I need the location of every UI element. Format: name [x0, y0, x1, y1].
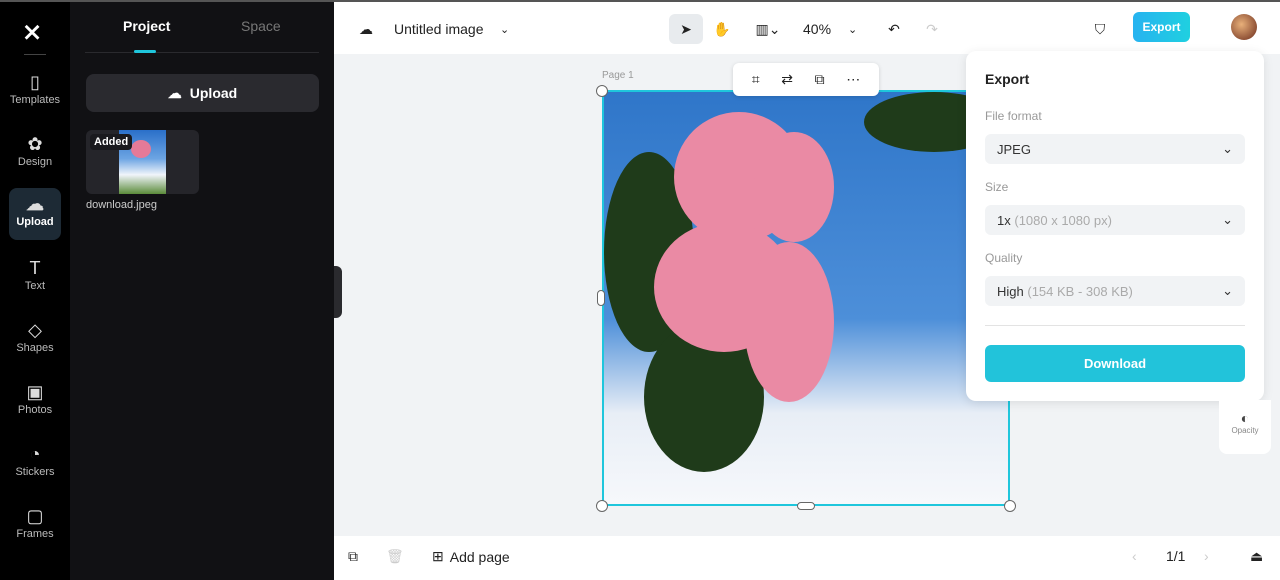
- add-page-icon: ⊞: [432, 548, 444, 564]
- more-icon[interactable]: ⋯: [846, 71, 860, 88]
- page-manager-icon[interactable]: ⏏: [1250, 548, 1263, 565]
- document-title[interactable]: Untitled image: [394, 14, 484, 44]
- resize-handle[interactable]: [797, 502, 815, 510]
- opacity-button[interactable]: ◐ Opacity: [1219, 400, 1271, 454]
- divider: [24, 54, 46, 55]
- size-value: 1x: [997, 212, 1011, 228]
- rail-item-upload[interactable]: ☁ Upload: [9, 188, 61, 240]
- export-title: Export: [985, 71, 1030, 87]
- asset-thumbnail[interactable]: Added: [86, 130, 199, 194]
- tab-space[interactable]: Space: [241, 18, 281, 34]
- collapse-panel-handle[interactable]: [334, 266, 342, 318]
- duplicate-icon[interactable]: ⧉: [815, 71, 825, 88]
- rail-label: Upload: [16, 216, 54, 228]
- resize-handle[interactable]: [597, 290, 605, 306]
- rail-label: Stickers: [15, 466, 55, 478]
- add-page-label: Add page: [449, 548, 510, 565]
- rail-label: Shapes: [16, 342, 54, 354]
- replace-icon[interactable]: ⇄: [781, 71, 793, 88]
- shield-icon[interactable]: ⛉: [1090, 14, 1110, 44]
- resize-handle[interactable]: [596, 85, 608, 97]
- divider: [985, 325, 1245, 326]
- rail-item-text[interactable]: T Text: [9, 252, 61, 304]
- added-badge: Added: [90, 134, 133, 150]
- zoom-level[interactable]: 40%: [803, 14, 831, 44]
- select-tool-icon[interactable]: ➤: [669, 14, 703, 44]
- page-label: Page 1: [602, 70, 634, 81]
- rail-label: Photos: [17, 404, 53, 416]
- opacity-drop-icon: ◐: [1240, 410, 1250, 426]
- bottom-bar: ⧉ 🗑 ⊞ Add page ‹ 1/1 › ⏏: [334, 536, 1280, 580]
- upload-button[interactable]: ☁ Upload: [86, 74, 319, 112]
- cloud-save-icon[interactable]: ☁: [354, 14, 378, 44]
- file-format-label: File format: [985, 109, 1042, 123]
- top-toolbar: ☁ Untitled image ⌄ ➤ ✋ ▥⌄ 40% ⌄ ↶ ↷ ⛉ Ex…: [334, 0, 1280, 54]
- tab-divider: [85, 52, 319, 53]
- size-detail: (1080 x 1080 px): [1014, 212, 1112, 228]
- title-chevron-down-icon[interactable]: ⌄: [500, 14, 509, 44]
- asset-filename: download.jpeg: [86, 199, 157, 211]
- image-petal: [744, 242, 834, 402]
- chevron-down-icon: ⌄: [1222, 212, 1233, 227]
- resize-handle[interactable]: [1004, 500, 1016, 512]
- tab-project[interactable]: Project: [123, 18, 170, 34]
- design-icon: ✿: [27, 134, 43, 154]
- rail-item-frames[interactable]: ▢ Frames: [9, 500, 61, 552]
- rail-label: Text: [24, 280, 46, 292]
- quality-value: High: [997, 283, 1024, 299]
- canvas-image[interactable]: [602, 90, 1010, 506]
- rail-item-shapes[interactable]: ◇ Shapes: [9, 314, 61, 366]
- chevron-down-icon: ⌄: [1222, 141, 1233, 156]
- undo-icon[interactable]: ↶: [884, 14, 904, 44]
- hand-tool-icon[interactable]: ✋: [710, 14, 734, 44]
- photos-icon: ▣: [26, 382, 44, 402]
- rail-label: Design: [17, 156, 53, 168]
- page-count: 1/1: [1166, 548, 1186, 564]
- quality-label: Quality: [985, 251, 1023, 265]
- rail-label: Frames: [16, 528, 54, 540]
- rail-item-design[interactable]: ✿ Design: [9, 128, 61, 180]
- add-page-button[interactable]: ⊞ Add page: [432, 548, 510, 565]
- upload-cloud-icon: ☁: [167, 84, 182, 101]
- text-icon: T: [29, 258, 41, 278]
- templates-icon: ▯: [30, 72, 40, 92]
- avatar[interactable]: [1231, 14, 1257, 40]
- rail-item-templates[interactable]: ▯ Templates: [9, 66, 61, 118]
- size-label: Size: [985, 180, 1009, 194]
- image-petal: [754, 132, 834, 242]
- left-rail: ⨯ ▯ Templates ✿ Design ☁ Upload T Text ◇ Shap…: [0, 0, 70, 580]
- frames-icon: ▢: [26, 506, 44, 526]
- rail-label: Templates: [9, 94, 61, 106]
- active-tab-indicator: [134, 50, 156, 53]
- redo-icon[interactable]: ↷: [922, 14, 942, 44]
- chevron-down-icon: ⌄: [1222, 283, 1233, 298]
- crop-icon[interactable]: ⌗: [752, 71, 760, 88]
- rail-item-photos[interactable]: ▣ Photos: [9, 376, 61, 428]
- upload-panel: Project Space ☁ Upload Added download.jpe…: [70, 0, 334, 580]
- upload-cloud-icon: ☁: [26, 194, 44, 214]
- zoom-chevron-down-icon[interactable]: ⌄: [848, 14, 857, 44]
- size-select[interactable]: 1x (1080 x 1080 px) ⌄: [985, 205, 1245, 235]
- next-page-icon[interactable]: ›: [1204, 548, 1209, 564]
- canvas-context-toolbar: ⌗ ⇄ ⧉ ⋯: [733, 63, 879, 96]
- duplicate-page-icon[interactable]: ⧉: [348, 548, 358, 565]
- download-button[interactable]: Download: [985, 345, 1245, 382]
- file-format-select[interactable]: JPEG ⌄: [985, 134, 1245, 164]
- layout-icon[interactable]: ▥⌄: [750, 14, 786, 44]
- resize-handle[interactable]: [596, 500, 608, 512]
- shapes-icon: ◇: [28, 320, 42, 340]
- stickers-icon: ◔: [29, 444, 41, 464]
- rail-item-stickers[interactable]: ◔ Stickers: [9, 438, 61, 490]
- delete-page-icon[interactable]: 🗑: [386, 548, 404, 565]
- asset-image-flower: [131, 140, 151, 158]
- upload-label: Upload: [189, 85, 238, 101]
- prev-page-icon[interactable]: ‹: [1132, 548, 1137, 564]
- opacity-label: Opacity: [1231, 426, 1259, 435]
- quality-select[interactable]: High (154 KB - 308 KB) ⌄: [985, 276, 1245, 306]
- file-format-value: JPEG: [997, 141, 1031, 157]
- capcut-logo-icon: ⨯: [22, 19, 43, 46]
- export-panel: Export File format JPEG ⌄ Size 1x (1080 x…: [966, 51, 1264, 401]
- quality-detail: (154 KB - 308 KB): [1027, 283, 1133, 299]
- export-button[interactable]: Export: [1133, 12, 1190, 42]
